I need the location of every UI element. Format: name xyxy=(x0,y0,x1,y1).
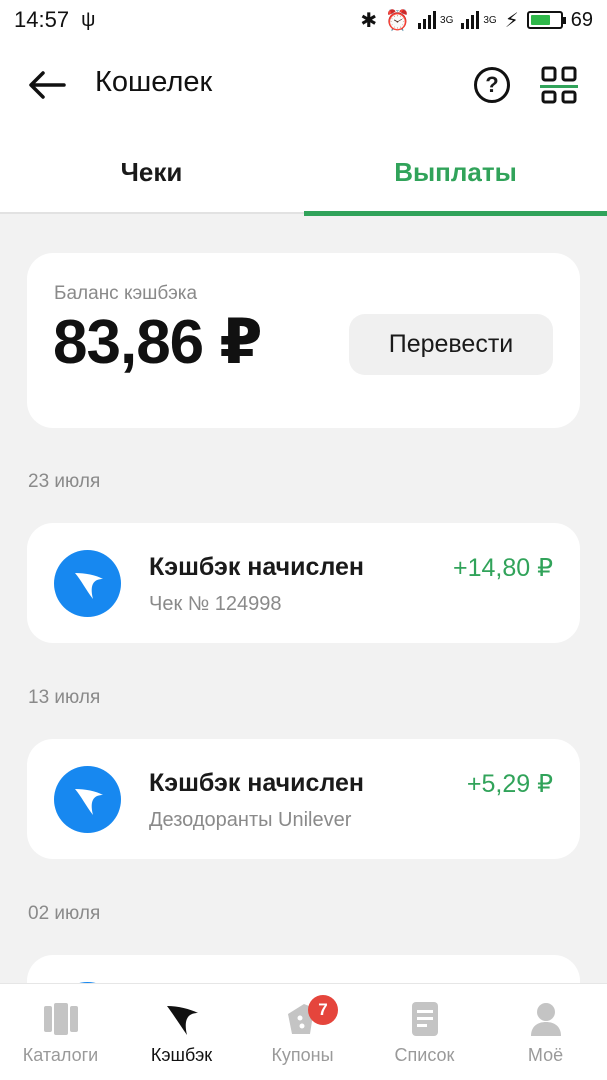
transaction-subtitle: Чек № 124998 xyxy=(149,593,282,615)
catalogs-icon xyxy=(44,1003,78,1035)
transaction-amount: +5,29 ₽ xyxy=(466,770,553,798)
status-bar: 14:57 ψ ✱ ⏰ 3G 3G ⚡ 69 xyxy=(0,0,607,40)
cashback-icon xyxy=(54,550,121,617)
usb-icon: ψ xyxy=(81,8,96,31)
balance-card: Баланс кэшбэка 83,86 ₽ Перевести xyxy=(27,253,580,428)
nav-catalogs[interactable]: Каталоги xyxy=(0,984,121,1080)
qr-scan-icon[interactable] xyxy=(540,66,578,104)
tab-bar: Чеки Выплаты xyxy=(0,130,607,216)
bluetooth-icon: ✱ xyxy=(360,9,378,32)
tab-receipts[interactable]: Чеки xyxy=(0,130,303,214)
date-header: 13 июля xyxy=(28,687,101,708)
signal-icon xyxy=(418,11,437,29)
nav-label: Моё xyxy=(527,1045,564,1065)
nav-list[interactable]: Список xyxy=(364,984,485,1080)
cashback-icon xyxy=(167,1006,198,1035)
nav-cashback[interactable]: Кэшбэк xyxy=(121,984,242,1080)
nav-label: Список xyxy=(394,1045,455,1065)
transaction-title: Кэшбэк начислен xyxy=(149,769,365,797)
transfer-button[interactable]: Перевести xyxy=(349,314,553,375)
help-icon[interactable]: ? xyxy=(474,67,510,103)
battery-level: 69 xyxy=(570,8,593,31)
network-type-label-2: 3G xyxy=(483,14,497,26)
nav-coupons[interactable]: Купоны xyxy=(242,984,363,1080)
alarm-icon: ⏰ xyxy=(385,9,411,32)
transaction-card[interactable]: Кэшбэк начислен Дезодоранты Unilever +5,… xyxy=(27,739,580,859)
coupons-badge: 7 xyxy=(308,995,338,1025)
nav-label: Купоны xyxy=(271,1045,334,1065)
date-header: 23 июля xyxy=(28,471,101,492)
app-bar: Кошелек ? xyxy=(0,40,607,130)
bottom-navigation: Каталоги Кэшбэк Купоны Список Моё xyxy=(0,983,607,1080)
status-time: 14:57 xyxy=(14,7,70,32)
charging-icon: ⚡ xyxy=(504,9,519,32)
profile-icon xyxy=(531,1003,561,1036)
date-header: 02 июля xyxy=(28,903,101,924)
nav-label: Кэшбэк xyxy=(150,1045,213,1065)
list-icon xyxy=(412,1002,438,1036)
network-type-label: 3G xyxy=(440,14,454,26)
balance-label: Баланс кэшбэка xyxy=(54,283,198,304)
transaction-title: Кэшбэк начислен xyxy=(149,553,365,581)
transaction-card[interactable]: Кэшбэк начислен Чек № 124998 +14,80 ₽ xyxy=(27,523,580,643)
nav-label: Каталоги xyxy=(22,1045,99,1065)
cashback-icon xyxy=(54,766,121,833)
battery-icon xyxy=(526,11,566,29)
transaction-amount: +14,80 ₽ xyxy=(452,554,553,582)
tab-payouts[interactable]: Выплаты xyxy=(304,130,607,216)
page-title: Кошелек xyxy=(95,66,213,98)
back-arrow-icon[interactable] xyxy=(28,70,66,100)
transaction-subtitle: Дезодоранты Unilever xyxy=(149,809,352,831)
balance-value: 83,86 ₽ xyxy=(53,308,263,377)
signal-icon-2 xyxy=(461,11,480,29)
nav-profile[interactable]: Моё xyxy=(485,984,606,1080)
